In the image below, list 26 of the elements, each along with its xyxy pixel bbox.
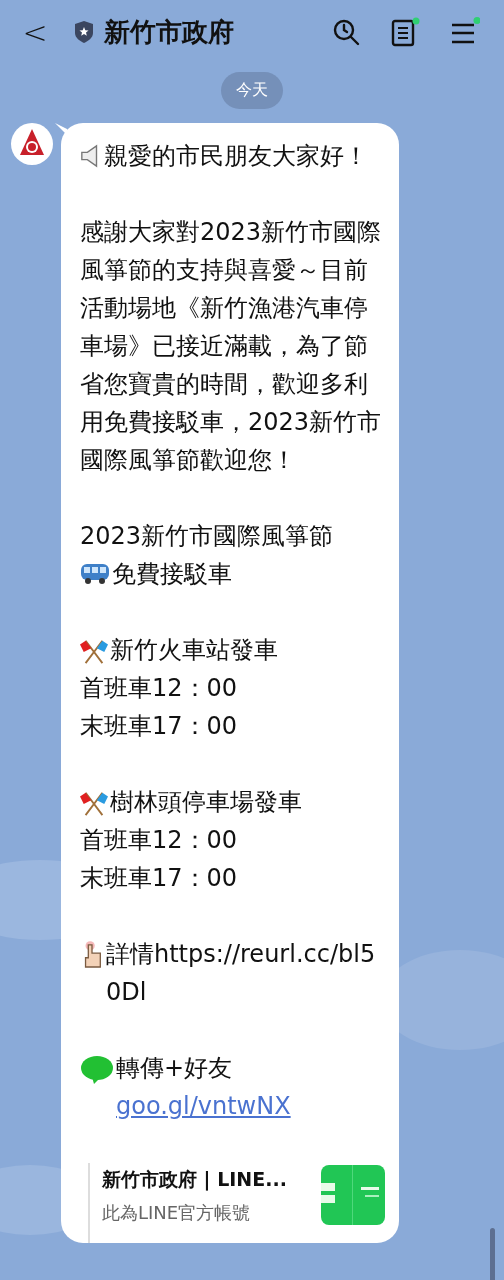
bus-icon <box>80 561 110 585</box>
message-text: 首班車12：00 <box>80 826 238 854</box>
back-button[interactable]: < <box>22 14 48 50</box>
message-text: 親愛的市民朋友大家好！ <box>104 142 368 170</box>
message-text: 詳情https://reurl.cc/bl50Dl <box>106 940 376 1006</box>
crossed-flags-icon <box>80 789 108 817</box>
notes-icon[interactable] <box>390 17 420 47</box>
preview-description: 此為LINE官方帳號 <box>102 1201 252 1225</box>
message-text: 末班車17：00 <box>80 864 238 892</box>
message-text: 2023新竹市國際風箏節 <box>80 522 334 550</box>
crossed-flags-icon <box>80 637 108 665</box>
message-text: 感謝大家對2023新竹市國際風箏節的支持與喜愛～目前活動場地《新竹漁港汽車停車場》已接近滿載，為了節省您寶貴的時間，歡迎多利用免費接駁車，2023新竹市國際風箏節歡迎您！ <box>80 218 382 474</box>
message-text: 轉傳+好友 <box>116 1054 233 1082</box>
scrollbar[interactable] <box>490 1228 495 1280</box>
message-text: 新竹火車站發車 <box>110 636 278 664</box>
search-icon[interactable] <box>332 18 360 46</box>
avatar-icon[interactable] <box>11 123 53 165</box>
message-text: 免費接駁車 <box>112 560 232 588</box>
preview-title: 新竹市政府 | LINE... <box>102 1167 287 1193</box>
link[interactable]: goo.gl/vntwNX <box>116 1087 291 1125</box>
link-preview-card[interactable]: 新竹市政府 | LINE... 此為LINE官方帳號 <box>88 1163 385 1243</box>
message-text: 末班車17：00 <box>80 712 238 740</box>
chat-title: 新竹市政府 <box>104 15 234 49</box>
chat-logo-icon <box>80 1055 114 1085</box>
message-text: 首班車12：00 <box>80 674 238 702</box>
message-text: 樹林頭停車場發車 <box>110 788 302 816</box>
